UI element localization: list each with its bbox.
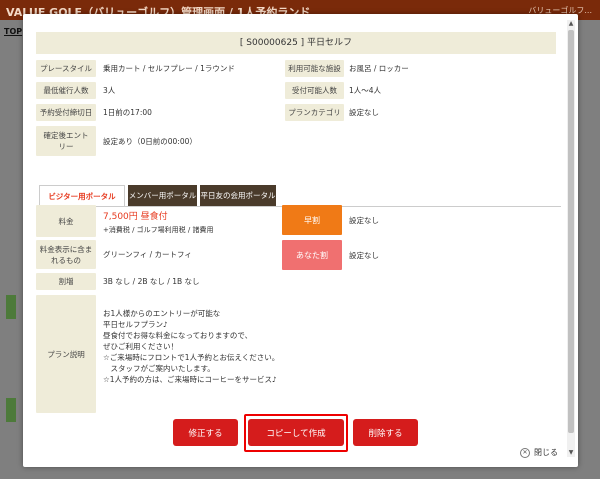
top-link[interactable]: TOP [4,27,22,36]
fee-value: 7,500円 昼食付 +消費税 / ゴルフ場利用税 / 諸費用 [103,207,213,237]
accept-players-value: 1人〜4人 [349,86,382,95]
category-label: プランカテゴリ [285,104,344,121]
fee-label: 料金 [36,205,96,237]
description-line: お1人様からのエントリーが可能な [103,309,221,318]
tab-member-portal[interactable]: メンバー用ポータル [128,185,197,206]
scroll-down-icon[interactable]: ▼ [567,449,575,457]
description-line: ☆1人予約の方は、ご来場時にコーヒーをサービス♪ [103,375,277,384]
deadline-value: 1日前の17:00 [103,108,152,117]
description-line: ぜひご利用ください！ [103,342,178,351]
early-discount-value: 設定なし [349,215,379,225]
side-strip-marker [6,398,16,422]
tab-weekday-club-portal[interactable]: 平日友の会用ポータル [200,185,276,206]
description-line: ☆ご来場時にフロントで1人予約とお伝えください。 [103,353,280,362]
early-discount-badge: 早割 [282,205,342,235]
surcharge-value: 3B なし / 2B なし / 1B なし [103,277,200,286]
side-strip-marker [6,295,16,319]
scrollbar-thumb[interactable] [568,30,574,433]
description-line: スタッフがご案内いたします。 [103,364,215,373]
scroll-up-icon[interactable]: ▲ [567,20,575,28]
facilities-value: お風呂 / ロッカー [349,64,409,73]
plan-title: [ S00000625 ] 平日セルフ [36,32,556,54]
close-button[interactable]: ✕ 閉じる [520,447,558,458]
anata-discount-value: 設定なし [349,250,379,260]
tab-visitor-portal[interactable]: ビジター用ポータル [39,185,125,206]
close-label[interactable]: 閉じる [534,447,558,458]
copy-create-button[interactable]: コピーして作成 [248,419,344,446]
modal-scroll-area: [ S00000625 ] 平日セルフ プレースタイル 乗用カート / セルフプ… [23,14,578,455]
modal-scrollbar[interactable]: ▲ ▼ [567,20,575,457]
play-style-label: プレースタイル [36,60,96,77]
category-value: 設定なし [349,108,379,117]
surcharge-label: 割増 [36,273,96,290]
included-value: グリーンフィ / カートフィ [103,250,192,259]
description-label: プラン説明 [36,295,96,413]
deadline-label: 予約受付締切日 [36,104,96,121]
fee-price: 7,500円 昼食付 [103,212,168,222]
delete-button[interactable]: 削除する [353,419,418,446]
description-line: 平日セルフプラン♪ [103,320,168,329]
confirm-entry-value: 設定あり（0日前の00:00） [103,136,197,146]
facilities-label: 利用可能な施設 [285,60,344,77]
min-players-label: 最低催行人数 [36,82,96,99]
plan-description: お1人様からのエントリーが可能な 平日セルフプラン♪ 昼食付でお得な料金になって… [103,308,363,385]
accept-players-label: 受付可能人数 [285,82,344,99]
plan-detail-modal: [ S00000625 ] 平日セルフ プレースタイル 乗用カート / セルフプ… [23,14,578,467]
edit-button[interactable]: 修正する [173,419,238,446]
anata-discount-badge: あなた割 [282,240,342,270]
min-players-value: 3人 [103,86,116,95]
play-style-value: 乗用カート / セルフプレー / 1ラウンド [103,64,235,73]
description-line: 昼食付でお得な料金になっておりますので、 [103,331,253,340]
included-label: 料金表示に含まれるもの [36,240,96,269]
fee-note: +消費税 / ゴルフ場利用税 / 諸費用 [103,226,214,234]
confirm-entry-label: 確定後エントリー [36,126,96,156]
close-icon[interactable]: ✕ [520,447,530,458]
